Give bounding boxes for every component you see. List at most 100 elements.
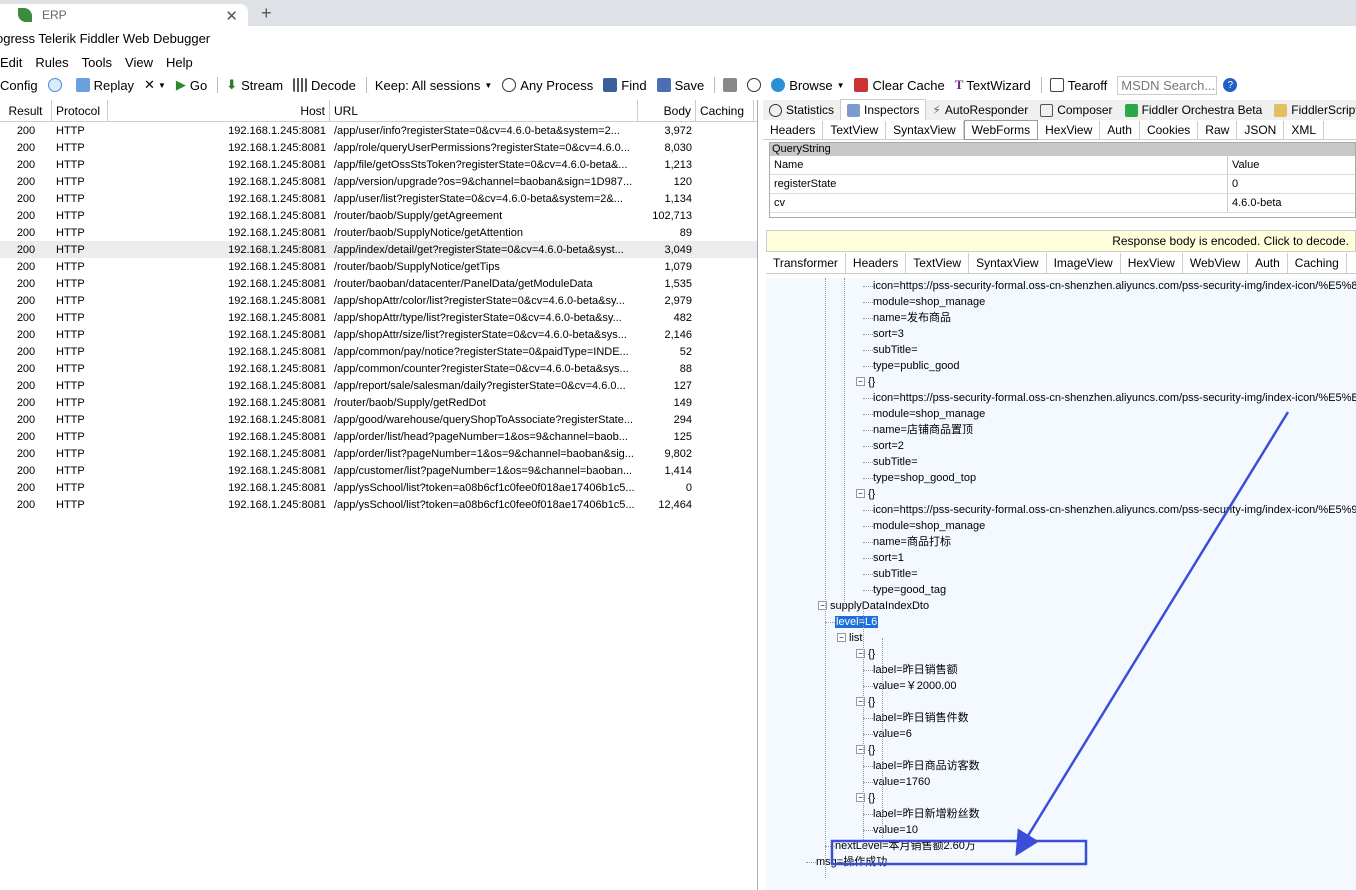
any-process-button[interactable]: Any Process xyxy=(502,78,593,93)
collapse-toggle-icon[interactable]: − xyxy=(837,633,846,642)
tree-leaf-node[interactable]: value=6 xyxy=(873,726,912,742)
request-tab-hexview[interactable]: HexView xyxy=(1038,120,1101,139)
tree-leaf-node[interactable]: icon=https://pss-security-formal.oss-cn-… xyxy=(873,502,1356,518)
tree-leaf-node[interactable]: label=昨日销售额 xyxy=(873,662,958,678)
col-caching[interactable]: Caching xyxy=(696,100,754,121)
table-row[interactable]: 200 HTTP 192.168.1.245:8081/app/file/getOs… xyxy=(0,156,757,173)
table-row[interactable]: 200 HTTP 192.168.1.245:8081/app/common/pay… xyxy=(0,343,757,360)
table-row[interactable]: 200 HTTP 192.168.1.245:8081/app/version/up… xyxy=(0,173,757,190)
querystring-row[interactable]: registerState 0 xyxy=(770,175,1355,194)
tearoff-button[interactable]: Tearoff xyxy=(1049,78,1107,93)
querystring-row[interactable]: cv 4.6.0-beta xyxy=(770,194,1355,213)
table-row[interactable]: 200 HTTP 192.168.1.245:8081/app/common/cou… xyxy=(0,360,757,377)
table-row[interactable]: 200 HTTP 192.168.1.245:8081/app/user/list?… xyxy=(0,190,757,207)
tree-leaf-node[interactable]: subTitle= xyxy=(873,342,918,358)
table-row[interactable]: 200 HTTP 192.168.1.245:8081/router/baob/Su… xyxy=(0,224,757,241)
tree-leaf-node[interactable]: name=店铺商品置顶 xyxy=(873,422,973,438)
tree-leaf-node[interactable]: icon=https://pss-security-formal.oss-cn-… xyxy=(873,390,1356,406)
request-tab-webforms[interactable]: WebForms xyxy=(963,119,1039,140)
tab-orchestra[interactable]: Fiddler Orchestra Beta xyxy=(1119,100,1269,120)
stream-button[interactable]: ⬇ Stream xyxy=(226,77,283,93)
tree-leaf-node[interactable]: label=昨日商品访客数 xyxy=(873,758,980,774)
tree-leaf-node[interactable]: module=shop_manage xyxy=(873,406,985,422)
table-row[interactable]: 200 HTTP 192.168.1.245:8081/router/baoban/… xyxy=(0,275,757,292)
request-tab-xml[interactable]: XML xyxy=(1284,120,1325,139)
tree-branch-node[interactable]: {} xyxy=(868,374,875,390)
timer-button[interactable] xyxy=(747,78,765,92)
tree-leaf-node[interactable]: name=商品打标 xyxy=(873,534,951,550)
tree-leaf-node[interactable]: label=昨日销售件数 xyxy=(873,710,969,726)
response-tab-imageview[interactable]: ImageView xyxy=(1047,252,1121,273)
tree-branch-node[interactable]: {} xyxy=(868,694,875,710)
close-tab-icon[interactable]: ✕ xyxy=(225,7,238,25)
tree-leaf-node[interactable]: type=public_good xyxy=(873,358,960,374)
tab-autoresponder[interactable]: ⚡ AutoResponder xyxy=(926,100,1034,120)
table-row[interactable]: 200 HTTP 192.168.1.245:8081/app/role/query… xyxy=(0,139,757,156)
tree-leaf-node[interactable]: module=shop_manage xyxy=(873,294,985,310)
tree-leaf-node[interactable]: subTitle= xyxy=(873,566,918,582)
collapse-toggle-icon[interactable]: − xyxy=(856,377,865,386)
tree-leaf-node[interactable]: sort=1 xyxy=(873,550,904,566)
new-tab-button[interactable]: + xyxy=(261,3,272,24)
textwizard-button[interactable]: T TextWizard xyxy=(955,77,1031,93)
response-tab-textview[interactable]: TextView xyxy=(906,252,970,273)
tree-leaf-node[interactable]: label=昨日新增粉丝数 xyxy=(873,806,980,822)
tree-leaf-node[interactable]: subTitle= xyxy=(873,454,918,470)
table-row[interactable]: 200 HTTP 192.168.1.245:8081/app/good/wareh… xyxy=(0,411,757,428)
collapse-toggle-icon[interactable]: − xyxy=(856,489,865,498)
response-tab-transformer[interactable]: Transformer xyxy=(766,252,846,273)
request-tab-cookies[interactable]: Cookies xyxy=(1140,120,1199,139)
table-row[interactable]: 200 HTTP 192.168.1.245:8081/app/order/list… xyxy=(0,445,757,462)
col-host[interactable]: Host xyxy=(108,100,330,121)
table-row[interactable]: 200 HTTP 192.168.1.245:8081/app/report/sal… xyxy=(0,377,757,394)
response-tab-hexview[interactable]: HexView xyxy=(1121,252,1183,273)
table-row[interactable]: 200 HTTP 192.168.1.245:8081/router/baob/Su… xyxy=(0,258,757,275)
browser-tab[interactable]: ERP ✕ xyxy=(0,4,248,26)
request-tab-headers[interactable]: Headers xyxy=(763,120,824,139)
table-row[interactable]: 200 HTTP 192.168.1.245:8081/app/order/list… xyxy=(0,428,757,445)
table-row[interactable]: 200 HTTP 192.168.1.245:8081/app/ysSchool/l… xyxy=(0,479,757,496)
response-tab-syntaxview[interactable]: SyntaxView xyxy=(969,252,1047,273)
response-tab-caching[interactable]: Caching xyxy=(1288,252,1347,273)
browse-button[interactable]: Browse ▼ xyxy=(771,78,844,93)
table-row[interactable]: 200 HTTP 192.168.1.245:8081/app/shopAttr/t… xyxy=(0,309,757,326)
tree-branch-node[interactable]: {} xyxy=(868,742,875,758)
screenshot-button[interactable] xyxy=(723,78,741,92)
clear-cache-button[interactable]: Clear Cache xyxy=(854,78,945,93)
tree-leaf-node[interactable]: sort=3 xyxy=(873,326,904,342)
table-row[interactable]: 200 HTTP 192.168.1.245:8081/app/shopAttr/c… xyxy=(0,292,757,309)
tree-leaf-node[interactable]: module=shop_manage xyxy=(873,518,985,534)
save-button[interactable]: Save xyxy=(656,78,704,93)
request-tab-raw[interactable]: Raw xyxy=(1198,120,1238,139)
tree-leaf-node[interactable]: type=good_tag xyxy=(873,582,946,598)
table-row[interactable]: 200 HTTP 192.168.1.245:8081/app/customer/l… xyxy=(0,462,757,479)
tab-composer[interactable]: Composer xyxy=(1034,100,1118,120)
config-button[interactable]: Config xyxy=(0,78,38,93)
table-row[interactable]: 200 HTTP 192.168.1.245:8081/app/shopAttr/s… xyxy=(0,326,757,343)
replay-button[interactable]: Replay xyxy=(75,78,134,93)
tree-leaf-node[interactable]: type=shop_good_top xyxy=(873,470,976,486)
tree-leaf-node[interactable]: msg=操作成功 xyxy=(816,854,887,870)
menu-tools[interactable]: Tools xyxy=(82,55,112,70)
request-tab-syntaxview[interactable]: SyntaxView xyxy=(886,120,964,139)
decode-button[interactable]: Decode xyxy=(293,78,356,93)
tab-fiddlerscript[interactable]: FiddlerScript xyxy=(1268,100,1356,120)
keep-sessions-dropdown[interactable]: Keep: All sessions ▼ xyxy=(375,78,492,93)
tree-branch-node[interactable]: {} xyxy=(868,646,875,662)
col-result[interactable]: Result xyxy=(0,100,52,121)
table-row[interactable]: 200 HTTP 192.168.1.245:8081/app/user/info?… xyxy=(0,122,757,139)
request-tab-auth[interactable]: Auth xyxy=(1100,120,1140,139)
table-row[interactable]: 200 HTTP 192.168.1.245:8081/router/baob/Su… xyxy=(0,207,757,224)
go-button[interactable]: ▶ Go xyxy=(176,77,207,93)
tree-leaf-node[interactable]: icon=https://pss-security-formal.oss-cn-… xyxy=(873,278,1356,294)
menu-edit[interactable]: Edit xyxy=(0,55,22,70)
menu-help[interactable]: Help xyxy=(166,55,193,70)
tree-branch-node[interactable]: {} xyxy=(868,790,875,806)
request-tab-json[interactable]: JSON xyxy=(1237,120,1285,139)
tab-statistics[interactable]: Statistics xyxy=(763,100,840,120)
request-tab-textview[interactable]: TextView xyxy=(823,120,887,139)
tree-leaf-node[interactable]: value=￥2000.00 xyxy=(873,678,956,694)
response-tab-headers[interactable]: Headers xyxy=(846,252,907,273)
tree-leaf-node[interactable]: level=L6 xyxy=(835,614,879,630)
find-button[interactable]: Find xyxy=(603,78,647,93)
